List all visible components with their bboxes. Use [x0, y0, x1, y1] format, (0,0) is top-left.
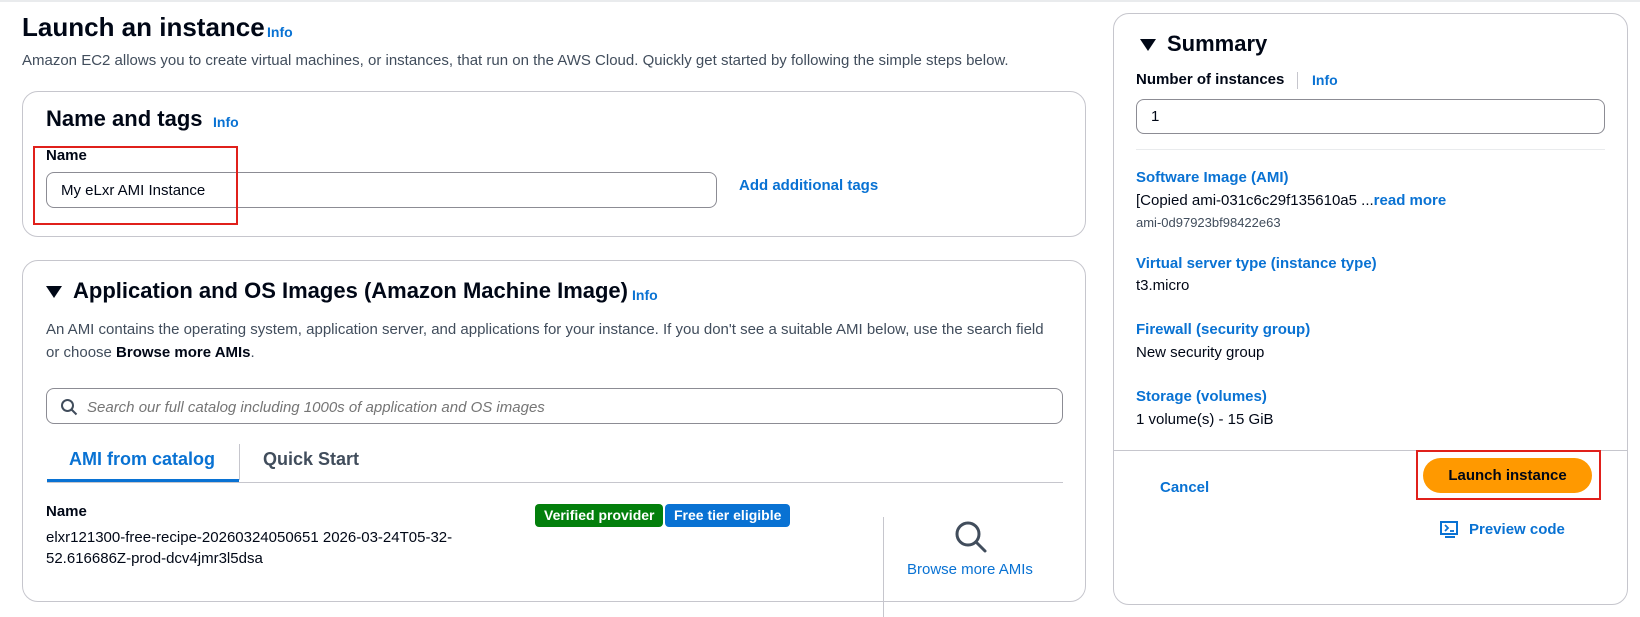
- storage-value: 1 volume(s) - 15 GiB: [1136, 411, 1274, 428]
- instances-info-link[interactable]: Info: [1312, 72, 1338, 88]
- software-image-text: [Copied ami-031c6c29f135610a5 ...: [1136, 192, 1374, 209]
- browse-divider: [883, 517, 884, 617]
- summary-panel: Summary Number of instances Info Softwar…: [1113, 13, 1628, 605]
- tabs-baseline: [47, 482, 1063, 483]
- firewall-value: New security group: [1136, 344, 1265, 361]
- top-shadow: [0, 0, 1640, 2]
- ami-search-box[interactable]: [46, 388, 1063, 425]
- instance-type-value: t3.micro: [1136, 277, 1190, 294]
- summary-heading: Summary: [1167, 31, 1268, 56]
- instances-input[interactable]: [1136, 99, 1605, 134]
- ami-panel: Application and OS Images (Amazon Machin…: [22, 260, 1086, 617]
- instances-label: Number of instances: [1136, 71, 1285, 88]
- search-icon: [61, 399, 78, 416]
- name-and-tags-panel: Name and tags Info Name Add additional t…: [22, 91, 1086, 237]
- launch-highlight-box: [1416, 450, 1601, 500]
- ami-id: ami-0d97923bf98422e63: [1136, 215, 1281, 230]
- ami-heading: Application and OS Images (Amazon Machin…: [73, 278, 628, 303]
- ami-description-bold: Browse more AMIs: [116, 344, 251, 361]
- selected-ami-name: elxr121300-free-recipe-20260324050651 20…: [46, 529, 453, 567]
- instance-type-link[interactable]: Virtual server type (instance type): [1136, 255, 1377, 272]
- summary-caret-icon[interactable]: [1140, 39, 1156, 51]
- add-additional-tags-link[interactable]: Add additional tags: [739, 177, 878, 194]
- browse-more-amis-link[interactable]: Browse more AMIs: [907, 561, 1033, 578]
- ami-description: An AMI contains the operating system, ap…: [46, 318, 1056, 364]
- preview-code-button[interactable]: Preview code: [1469, 521, 1565, 538]
- name-tags-info-link[interactable]: Info: [213, 114, 239, 130]
- page-info-link[interactable]: Info: [267, 24, 293, 40]
- free-tier-badge: Free tier eligible: [665, 504, 791, 527]
- firewall-link[interactable]: Firewall (security group): [1136, 321, 1310, 338]
- name-highlight-box: [33, 146, 238, 225]
- page-title: Launch an instance: [22, 12, 265, 42]
- selected-ami-name-label: Name: [46, 503, 87, 520]
- tab-ami-from-catalog[interactable]: AMI from catalog: [69, 449, 215, 470]
- ami-description-suffix: .: [250, 344, 255, 361]
- cancel-button[interactable]: Cancel: [1160, 479, 1209, 496]
- software-image-value: [Copied ami-031c6c29f135610a5 ...read mo…: [1136, 192, 1446, 209]
- ami-search-input[interactable]: [85, 389, 1049, 425]
- label-separator: [1297, 72, 1298, 89]
- tab-divider: [239, 444, 240, 480]
- ami-info-link[interactable]: Info: [632, 287, 658, 303]
- page-description: Amazon EC2 allows you to create virtual …: [22, 52, 1009, 69]
- verified-provider-badge: Verified provider: [535, 504, 664, 527]
- browse-search-icon[interactable]: [953, 519, 989, 555]
- collapse-caret-icon[interactable]: [46, 286, 62, 298]
- software-image-link[interactable]: Software Image (AMI): [1136, 169, 1289, 186]
- tab-quick-start[interactable]: Quick Start: [263, 449, 359, 470]
- name-and-tags-heading: Name and tags: [46, 106, 203, 131]
- storage-link[interactable]: Storage (volumes): [1136, 388, 1267, 405]
- summary-divider: [1136, 149, 1605, 150]
- preview-code-icon: [1440, 521, 1458, 538]
- read-more-link[interactable]: read more: [1374, 192, 1447, 209]
